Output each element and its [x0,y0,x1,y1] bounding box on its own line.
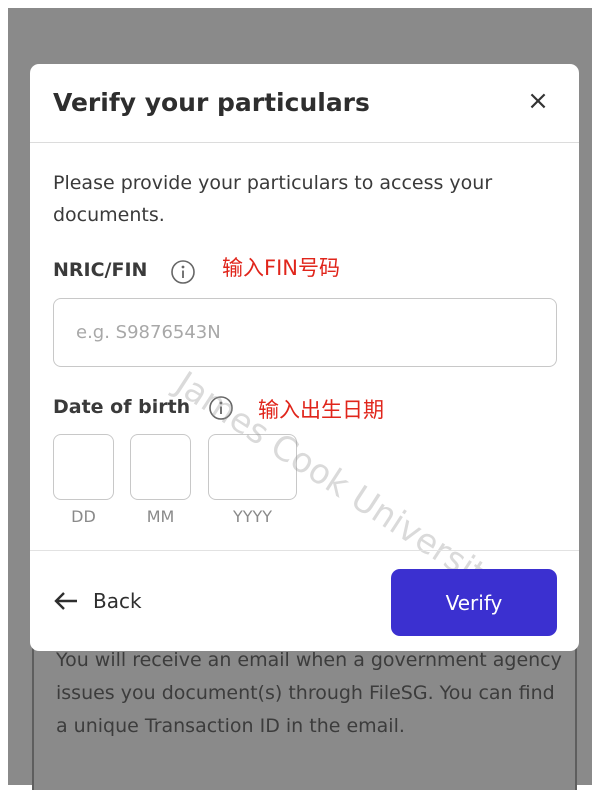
verify-button[interactable]: Verify [391,569,557,636]
arrow-left-icon [54,592,77,610]
info-icon[interactable] [170,259,196,285]
verify-particulars-modal: Verify your particulars × Please provide… [30,64,579,651]
dob-day-caption: DD [71,507,96,526]
intro-text: Please provide your particulars to acces… [53,172,493,226]
dob-annotation: 输入出生日期 [258,398,384,422]
dob-year-caption: YYYY [232,507,273,526]
dob-month-caption: MM [146,507,175,526]
back-button[interactable]: Back [53,585,142,617]
back-button-label: Back [93,589,142,613]
nric-label: NRIC/FIN [53,259,148,281]
nric-annotation: 输入FIN号码 [222,256,340,280]
background-info-text: You will receive an email when a governm… [56,649,562,737]
dob-month-input[interactable] [130,434,191,500]
info-icon[interactable] [208,395,234,421]
modal-header: Verify your particulars × [30,64,579,143]
modal-footer: Back Verify [30,550,579,651]
nric-input[interactable] [53,298,557,367]
close-button[interactable]: × [525,86,551,116]
background-info-card: You will receive an email when a governm… [32,630,577,790]
modal-title: Verify your particulars [53,88,370,117]
dob-label: Date of birth [53,396,191,418]
dob-day-input[interactable] [53,434,114,500]
dob-year-input[interactable] [208,434,297,500]
